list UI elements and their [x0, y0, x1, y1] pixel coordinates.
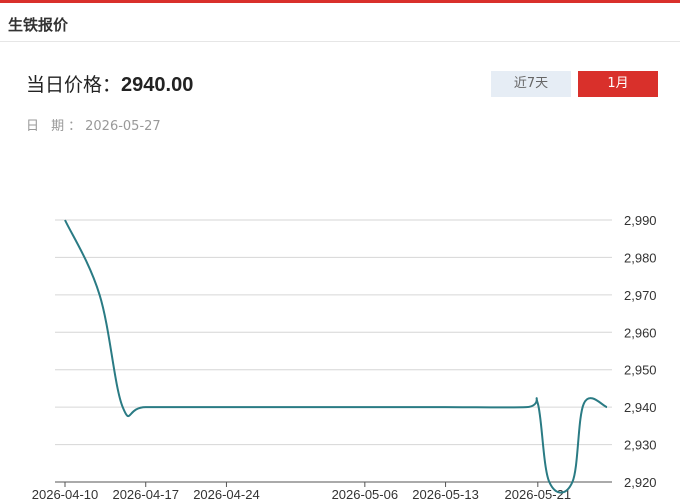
y-tick-label: 2,960 [624, 325, 657, 340]
y-tick-label: 2,950 [624, 363, 657, 378]
y-tick-label: 2,940 [624, 400, 657, 415]
x-tick-label: 2026-04-10 [32, 487, 99, 502]
x-tick-label: 2026-04-24 [193, 487, 260, 502]
x-tick-label: 2026-05-21 [505, 487, 572, 502]
x-tick-label: 2026-05-13 [412, 487, 479, 502]
y-tick-label: 2,980 [624, 250, 657, 265]
price-series-line [64, 219, 608, 494]
y-tick-label: 2,970 [624, 288, 657, 303]
x-tick-label: 2026-04-17 [112, 487, 179, 502]
y-tick-label: 2,990 [624, 213, 657, 228]
price-line-chart: 2,920 2,930 2,940 2,950 2,960 2,970 2,980 2,990… [32, 213, 657, 502]
y-tick-label: 2,920 [624, 475, 657, 490]
x-tick-label: 2026-05-06 [332, 487, 399, 502]
y-tick-label: 2,930 [624, 438, 657, 453]
